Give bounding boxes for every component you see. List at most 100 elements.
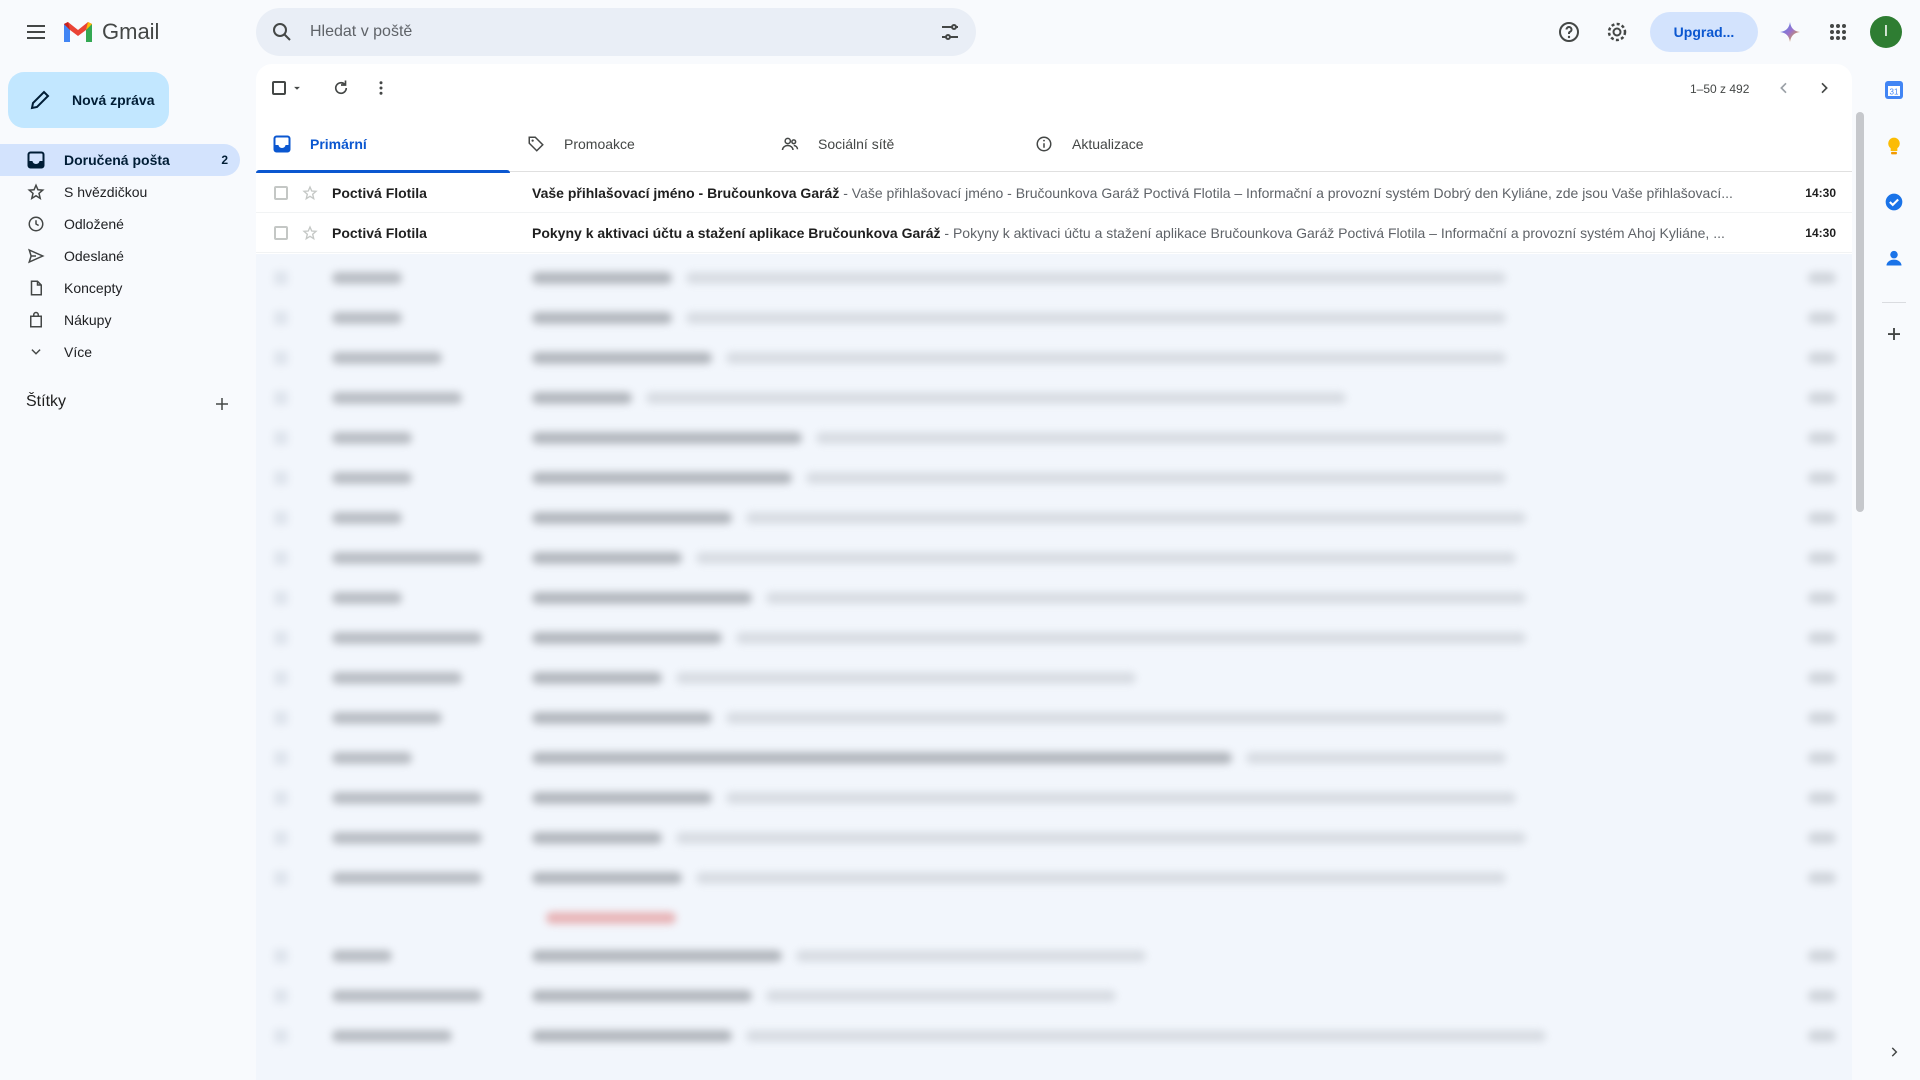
refresh-button[interactable] — [332, 76, 350, 100]
info-icon — [1034, 134, 1054, 154]
newer-page-button[interactable] — [1776, 76, 1792, 100]
more-actions-button[interactable] — [372, 76, 390, 100]
email-sender — [332, 872, 482, 884]
row-checkbox — [274, 989, 288, 1003]
email-snippet — [766, 990, 1116, 1002]
row-checkbox — [274, 431, 288, 445]
settings-button[interactable] — [1601, 16, 1633, 48]
row-checkbox — [274, 791, 288, 805]
category-tabs: Primární Promoakce Sociální sítě Aktuali… — [256, 116, 1852, 173]
sidebar-item-inbox[interactable]: Doručená pošta 2 — [0, 144, 240, 176]
sidebar-item-purchases[interactable]: Nákupy — [0, 304, 240, 336]
chevron-down-icon — [26, 342, 46, 362]
select-all-checkbox[interactable] — [272, 76, 304, 100]
add-label-button[interactable] — [210, 392, 234, 416]
email-sender — [332, 712, 442, 724]
row-checkbox[interactable] — [274, 226, 288, 240]
apps-grid-icon — [1830, 24, 1846, 40]
app-name: Gmail — [102, 19, 160, 44]
blurred-row — [256, 378, 1852, 418]
star-toggle[interactable] — [300, 183, 320, 203]
chevron-left-icon — [1780, 82, 1787, 94]
search-icon[interactable] — [270, 20, 294, 44]
email-snippet — [736, 632, 1526, 644]
gmail-m-icon — [64, 22, 92, 42]
tab-updates[interactable]: Aktualizace — [1018, 116, 1272, 172]
star-icon — [302, 225, 318, 241]
email-sender — [332, 312, 402, 324]
compose-button[interactable]: Nová zpráva — [8, 72, 169, 128]
email-snippet: - Pokyny k aktivaci účtu a stažení aplik… — [940, 224, 1725, 241]
sidebar-item-snoozed[interactable]: Odložené — [0, 208, 240, 240]
row-checkbox[interactable] — [274, 186, 288, 200]
email-snippet — [816, 432, 1506, 444]
email-sender — [332, 472, 412, 484]
email-snippet — [726, 792, 1516, 804]
email-snippet — [806, 472, 1506, 484]
search-input[interactable] — [310, 8, 870, 56]
sidebar-item-label: Odložené — [64, 216, 124, 232]
mail-list-scrollbar[interactable] — [1852, 112, 1868, 1080]
tab-primary[interactable]: Primární — [256, 116, 510, 173]
blurred-row — [256, 538, 1852, 578]
blurred-row — [256, 658, 1852, 698]
email-sender — [332, 552, 482, 564]
plus-icon — [216, 398, 228, 410]
row-checkbox — [274, 271, 288, 285]
gemini-button[interactable] — [1774, 16, 1806, 48]
tab-promotions[interactable]: Promoakce — [510, 116, 764, 172]
tab-social[interactable]: Sociální sítě — [764, 116, 1018, 172]
gmail-logo[interactable]: Gmail — [62, 16, 159, 48]
sidebar-item-starred[interactable]: S hvězdičkou — [0, 176, 240, 208]
email-subject — [532, 712, 712, 724]
email-time — [1808, 552, 1836, 564]
email-preview: Pokyny k aktivaci účtu a stažení aplikac… — [532, 225, 1852, 241]
email-subject — [532, 272, 672, 284]
blurred-row — [256, 936, 1852, 976]
blurred-row — [256, 778, 1852, 818]
row-checkbox — [274, 471, 288, 485]
get-addons-button[interactable] — [1880, 320, 1908, 348]
person-icon — [1886, 250, 1902, 266]
inbox-icon — [26, 150, 46, 170]
blurred-row — [256, 738, 1852, 778]
help-button[interactable] — [1553, 16, 1585, 48]
blurred-row — [256, 818, 1852, 858]
pencil-icon — [30, 90, 50, 110]
tab-label: Primární — [310, 136, 367, 152]
sidebar-item-more[interactable]: Více — [0, 336, 240, 368]
tab-label: Aktualizace — [1072, 136, 1144, 152]
email-snippet — [726, 712, 1506, 724]
inbox-icon — [272, 134, 292, 154]
calendar-app-button[interactable]: 31 — [1880, 76, 1908, 104]
search-bar[interactable] — [256, 8, 976, 56]
blurred-row — [256, 858, 1852, 898]
side-panel: 31 — [1868, 64, 1920, 1080]
contacts-app-button[interactable] — [1880, 244, 1908, 272]
scroll-thumb[interactable] — [1856, 112, 1864, 512]
gear-icon — [1607, 22, 1627, 42]
search-options-icon[interactable] — [938, 20, 962, 44]
hide-side-panel-button[interactable] — [1880, 1038, 1908, 1066]
apps-button[interactable] — [1822, 16, 1854, 48]
main-menu-button[interactable] — [18, 14, 54, 50]
calendar-icon: 31 — [1885, 81, 1903, 99]
tasks-check-icon — [1885, 193, 1903, 211]
caret-down-icon[interactable] — [290, 81, 304, 95]
account-avatar[interactable]: I — [1870, 16, 1902, 48]
sidebar-item-label: Doručená pošta — [64, 152, 170, 168]
tab-label: Sociální sítě — [818, 136, 895, 152]
tasks-app-button[interactable] — [1880, 188, 1908, 216]
sidebar-item-sent[interactable]: Odeslané — [0, 240, 240, 272]
email-subject — [532, 472, 792, 484]
upgrade-button[interactable]: Upgrad... — [1650, 12, 1758, 52]
older-page-button[interactable] — [1816, 76, 1832, 100]
sidebar-item-drafts[interactable]: Koncepty — [0, 272, 240, 304]
email-row[interactable]: Poctivá Flotila Vaše přihlašovací jméno … — [256, 173, 1852, 213]
row-checkbox — [274, 1029, 288, 1043]
keep-app-button[interactable] — [1880, 132, 1908, 160]
email-row[interactable]: Poctivá Flotila Pokyny k aktivaci účtu a… — [256, 213, 1852, 253]
star-toggle[interactable] — [300, 223, 320, 243]
hamburger-icon — [27, 25, 45, 39]
sidebar-item-label: Odeslané — [64, 248, 124, 264]
